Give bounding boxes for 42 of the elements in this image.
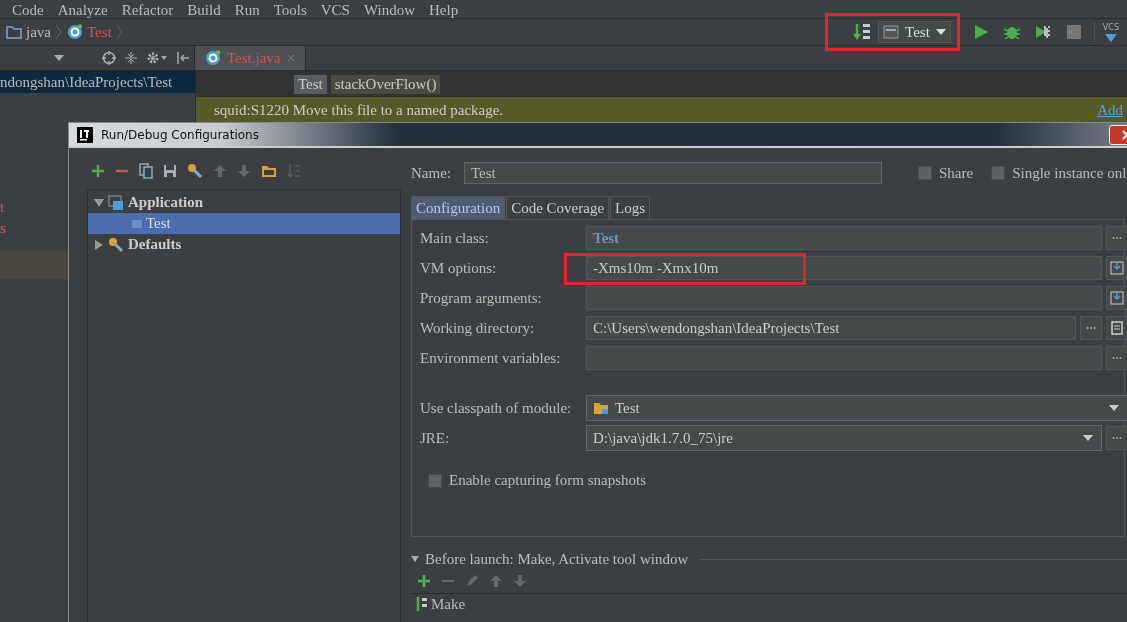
field-label: JRE: [420, 429, 451, 447]
input-field[interactable]: C:\Users\wendongshan\IdeaProjects\Test [586, 316, 1076, 340]
checkbox-label: Enable capturing form snapshots [449, 472, 647, 489]
field-label: Program arguments: [420, 289, 543, 307]
banner-message: squid:S1220 Move this file to a named package. [214, 102, 505, 119]
section-title: Before launch: Make, Activate tool window [425, 550, 689, 568]
field-label: Environment variables: [420, 349, 562, 367]
menu-item[interactable]: Run [234, 3, 260, 18]
menu-item[interactable]: Window [363, 3, 416, 18]
checkbox-label: Single instance onl [1012, 164, 1127, 182]
menu-item[interactable]: Refactor [121, 3, 174, 18]
vcs-update-button[interactable]: VCS [1093, 22, 1119, 42]
code-breadcrumb[interactable]: stackOverFlow() [330, 74, 441, 94]
tab[interactable]: Configuration [411, 196, 506, 219]
jre-dropdown[interactable]: D:\java\jdk1.7.0_75\jre [586, 425, 1102, 451]
field-label: Use classpath of module: [420, 399, 573, 417]
field-label: Main class: [420, 229, 490, 247]
tab[interactable]: Code Coverage [506, 196, 610, 219]
code-breadcrumb[interactable]: Test [294, 74, 327, 94]
dialog-title: Run/Debug Configurations [101, 127, 259, 142]
input-field[interactable]: Test [586, 226, 1102, 250]
checkbox-label: Share [939, 164, 974, 182]
field-label: VM options: [420, 259, 498, 277]
tree-row[interactable]: Test [88, 213, 400, 234]
run-config-dropdown[interactable]: Test [878, 21, 951, 43]
task-item[interactable]: Make [431, 595, 466, 613]
project-tree-item[interactable]: ndongshan\IdeaProjects\Test [0, 71, 195, 93]
tree-item[interactable]: Application [128, 194, 203, 211]
menu-item[interactable]: Tools [273, 3, 307, 18]
field-label: Name: [411, 164, 452, 182]
breadcrumb-item[interactable]: java [26, 23, 51, 41]
name-field[interactable]: Test [464, 162, 882, 184]
tree-item[interactable]: Defaults [128, 236, 182, 253]
menu-item[interactable]: Analyze [57, 3, 108, 18]
tab[interactable]: Logs [610, 196, 651, 219]
menu-item[interactable]: Help [429, 3, 459, 18]
field-label: Working directory: [420, 319, 536, 337]
menu-item[interactable]: Code [12, 3, 44, 18]
input-field[interactable]: -Xms10m -Xmx10m [586, 256, 1102, 280]
menu-item[interactable]: Build [187, 3, 221, 18]
module-dropdown[interactable]: Test [586, 395, 1127, 421]
menu-item[interactable]: VCS [320, 3, 350, 18]
